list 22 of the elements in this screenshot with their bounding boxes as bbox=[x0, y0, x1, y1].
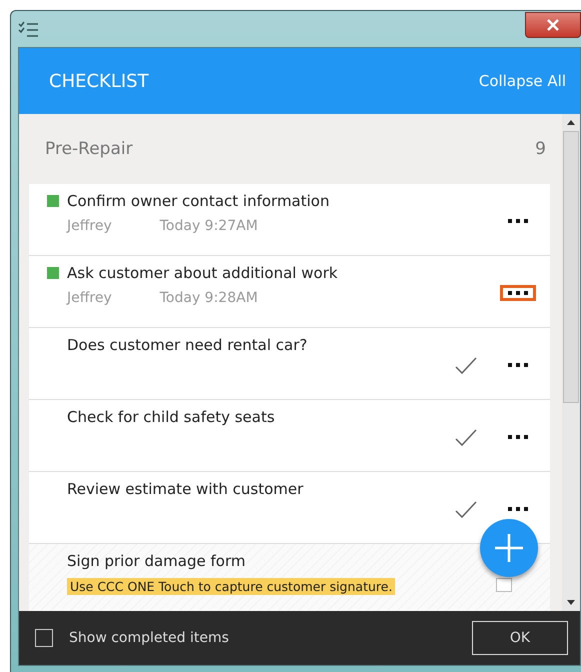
item-title: Sign prior damage form bbox=[67, 552, 246, 570]
item-user: Jeffrey bbox=[67, 290, 112, 306]
item-title: Review estimate with customer bbox=[67, 480, 304, 498]
checklist-item[interactable]: Ask customer about additional work Jeffrey Today 9:28AM bbox=[29, 256, 550, 328]
item-title: Ask customer about additional work bbox=[67, 264, 338, 282]
checklist-item[interactable]: Review estimate with customer bbox=[29, 472, 550, 544]
ok-button[interactable]: OK bbox=[472, 621, 568, 655]
item-user: Jeffrey bbox=[67, 218, 112, 234]
section-title: Pre-Repair bbox=[45, 139, 133, 159]
item-title: Check for child safety seats bbox=[67, 408, 275, 426]
item-title: Does customer need rental car? bbox=[67, 336, 308, 354]
show-completed-checkbox[interactable]: Show completed items bbox=[35, 629, 229, 647]
item-time: Today 9:28AM bbox=[160, 290, 258, 306]
checklist-item[interactable]: Sign prior damage form Use CCC ONE Touch to capture customer signature. bbox=[29, 544, 550, 611]
checklist-item[interactable]: Does customer need rental car? bbox=[29, 328, 550, 400]
checklist-item[interactable]: Confirm owner contact information Jeffrey Today 9:27AM bbox=[29, 184, 550, 256]
checklist-item[interactable]: Check for child safety seats bbox=[29, 400, 550, 472]
item-note: Use CCC ONE Touch to capture customer signature. bbox=[67, 578, 396, 595]
item-time: Today 9:27AM bbox=[160, 218, 258, 234]
section-count: 9 bbox=[535, 139, 546, 159]
header-title: CHECKLIST bbox=[49, 70, 149, 92]
item-title: Confirm owner contact information bbox=[67, 192, 330, 210]
